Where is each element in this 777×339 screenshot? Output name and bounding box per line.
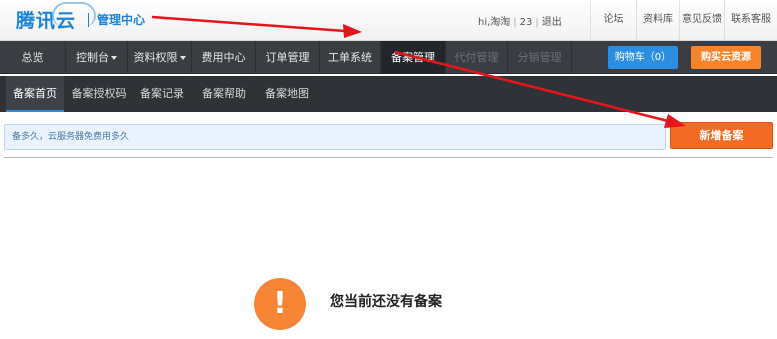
annotation-arrows <box>151 15 686 128</box>
annotation-arrow <box>151 15 362 38</box>
annotation-arrow <box>394 50 686 128</box>
